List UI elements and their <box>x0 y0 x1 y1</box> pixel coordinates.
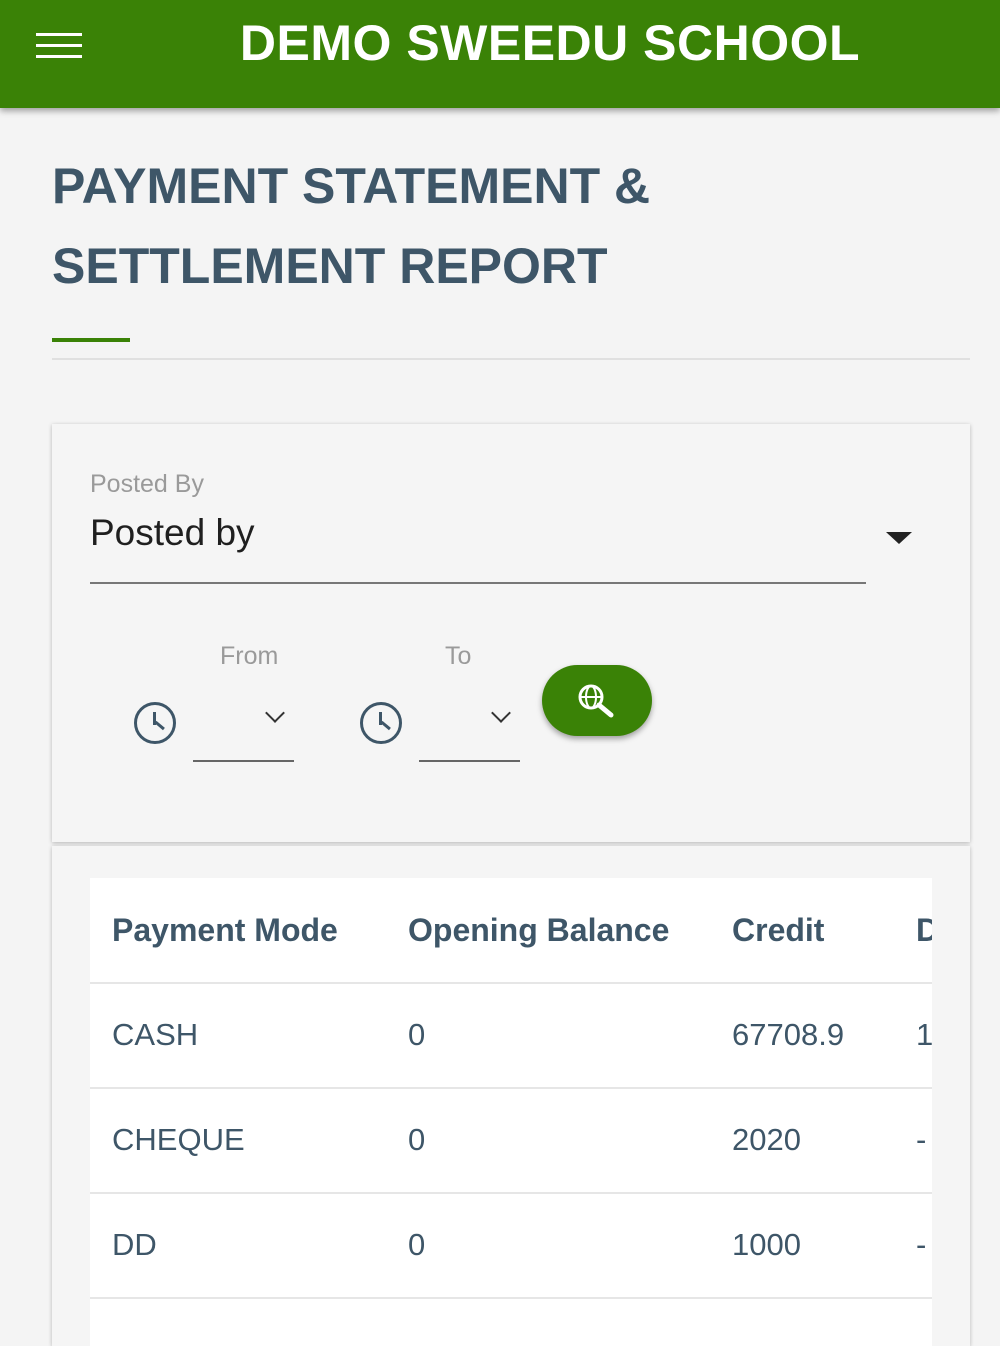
chevron-down-icon <box>491 703 511 723</box>
report-table[interactable]: Payment Mode Opening Balance Credit D CA… <box>90 878 932 1346</box>
table-row: CHEQUE 0 2020 - <box>90 1088 932 1194</box>
app-title: DEMO SWEEDU SCHOOL <box>239 15 861 71</box>
header-payment-mode: Payment Mode <box>112 912 338 948</box>
chevron-down-icon <box>265 703 285 723</box>
to-clock-icon[interactable] <box>360 702 402 744</box>
to-date-select[interactable] <box>419 694 520 762</box>
table-header-row: Payment Mode Opening Balance Credit D <box>90 878 932 984</box>
posted-by-label: Posted By <box>90 470 204 498</box>
posted-by-select[interactable]: Posted by <box>90 512 255 554</box>
cell-opening-balance: 0 <box>408 1017 426 1052</box>
table-row: DD 0 1000 - <box>90 1193 932 1299</box>
report-table-card: Payment Mode Opening Balance Credit D CA… <box>52 846 970 1346</box>
globe-search-icon <box>578 684 614 718</box>
title-accent-bar <box>52 338 130 342</box>
caret-down-icon[interactable] <box>886 532 912 544</box>
table-row: CASH 0 67708.9 1 <box>90 983 932 1089</box>
page-title: PAYMENT STATEMENT & SETTLEMENT REPORT <box>52 158 651 294</box>
search-button[interactable] <box>542 665 652 736</box>
cell-debit: - <box>916 1227 927 1262</box>
posted-by-underline <box>90 582 866 584</box>
cell-payment-mode: CASH <box>112 1017 199 1052</box>
cell-payment-mode: DD <box>112 1227 157 1262</box>
cell-debit: - <box>916 1122 927 1157</box>
filter-card: Posted By Posted by From To <box>52 424 970 842</box>
from-label: From <box>220 642 279 670</box>
cell-opening-balance: 0 <box>408 1122 426 1157</box>
header-credit: Credit <box>732 912 825 948</box>
table-row <box>90 1298 932 1346</box>
header-opening-balance: Opening Balance <box>408 912 670 948</box>
cell-credit: 1000 <box>732 1227 801 1262</box>
cell-credit: 2020 <box>732 1122 801 1157</box>
app-bar: DEMO SWEEDU SCHOOL <box>0 0 1000 108</box>
to-label: To <box>445 642 472 670</box>
hamburger-menu-icon[interactable] <box>36 33 82 59</box>
cell-opening-balance: 0 <box>408 1227 426 1262</box>
cell-payment-mode: CHEQUE <box>112 1122 245 1157</box>
from-date-select[interactable] <box>193 694 294 762</box>
cell-debit: 1 <box>916 1017 932 1052</box>
from-clock-icon[interactable] <box>134 702 176 744</box>
cell-credit: 67708.9 <box>732 1017 845 1052</box>
divider <box>52 358 970 360</box>
header-debit: D <box>916 912 932 948</box>
